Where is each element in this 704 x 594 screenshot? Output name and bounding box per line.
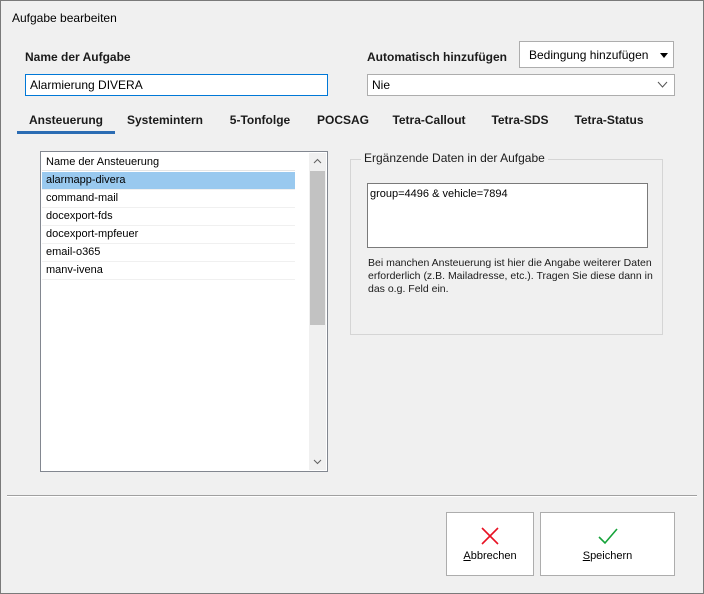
tab-systemintern[interactable]: Systemintern	[123, 110, 207, 134]
list-item[interactable]: docexport-mpfeuer	[42, 226, 295, 244]
add-condition-button[interactable]: Bedingung hinzufügen	[519, 41, 674, 68]
save-button[interactable]: Speichern	[540, 512, 675, 576]
save-button-label: Speichern	[541, 550, 674, 562]
auto-add-selected-value: Nie	[372, 78, 391, 92]
tab-bar: Ansteuerung Systemintern 5-Tonfolge POCS…	[17, 110, 667, 134]
tab-5-tonfolge[interactable]: 5-Tonfolge	[223, 110, 297, 134]
task-name-label: Name der Aufgabe	[25, 50, 131, 64]
cancel-accel-key: A	[463, 550, 471, 562]
tab-ansteuerung[interactable]: Ansteuerung	[17, 110, 115, 134]
auto-add-select[interactable]: Nie	[367, 74, 675, 96]
cancel-button-label: Abbrechen	[447, 550, 533, 562]
cancel-button[interactable]: Abbrechen	[446, 512, 534, 576]
control-listbox[interactable]: Name der Ansteuerung alarmapp-divera com…	[40, 151, 328, 472]
check-icon	[597, 528, 618, 545]
task-name-input[interactable]: Alarmierung DIVERA	[25, 74, 328, 96]
list-item[interactable]: docexport-fds	[42, 208, 295, 226]
scroll-down-icon[interactable]	[309, 453, 326, 470]
x-icon	[481, 527, 499, 545]
auto-add-label: Automatisch hinzufügen	[367, 50, 507, 64]
list-item[interactable]: email-o365	[42, 244, 295, 262]
scrollbar-thumb[interactable]	[310, 171, 325, 325]
save-accel-key: S	[582, 550, 591, 562]
tab-tetra-sds[interactable]: Tetra-SDS	[485, 110, 555, 134]
extra-data-group-title: Ergänzende Daten in der Aufgabe	[361, 151, 548, 165]
tab-tetra-status[interactable]: Tetra-Status	[571, 110, 647, 134]
list-scrollbar[interactable]	[309, 153, 326, 470]
button-separator	[7, 495, 697, 497]
tab-pocsag[interactable]: POCSAG	[313, 110, 373, 134]
tab-tetra-callout[interactable]: Tetra-Callout	[389, 110, 469, 134]
scroll-up-icon[interactable]	[309, 153, 326, 170]
add-condition-label: Bedingung hinzufügen	[529, 48, 649, 62]
window-title: Aufgabe bearbeiten	[12, 11, 117, 25]
caret-down-icon	[660, 53, 668, 58]
extra-data-help-text: Bei manchen Ansteuerung ist hier die Ang…	[368, 257, 653, 295]
list-column-header[interactable]: Name der Ansteuerung	[42, 153, 295, 171]
title-bar: Aufgabe bearbeiten	[1, 1, 703, 35]
list-item[interactable]: command-mail	[42, 190, 295, 208]
list-item[interactable]: alarmapp-divera	[42, 172, 295, 190]
extra-data-field[interactable]: group=4496 & vehicle=7894	[367, 183, 648, 248]
edit-task-dialog: Aufgabe bearbeiten Name der Aufgabe Alar…	[0, 0, 704, 594]
chevron-down-icon	[657, 81, 668, 88]
list-item[interactable]: manv-ivena	[42, 262, 295, 280]
save-label-rest: peichern	[590, 550, 633, 562]
cancel-label-rest: bbrechen	[470, 550, 517, 562]
